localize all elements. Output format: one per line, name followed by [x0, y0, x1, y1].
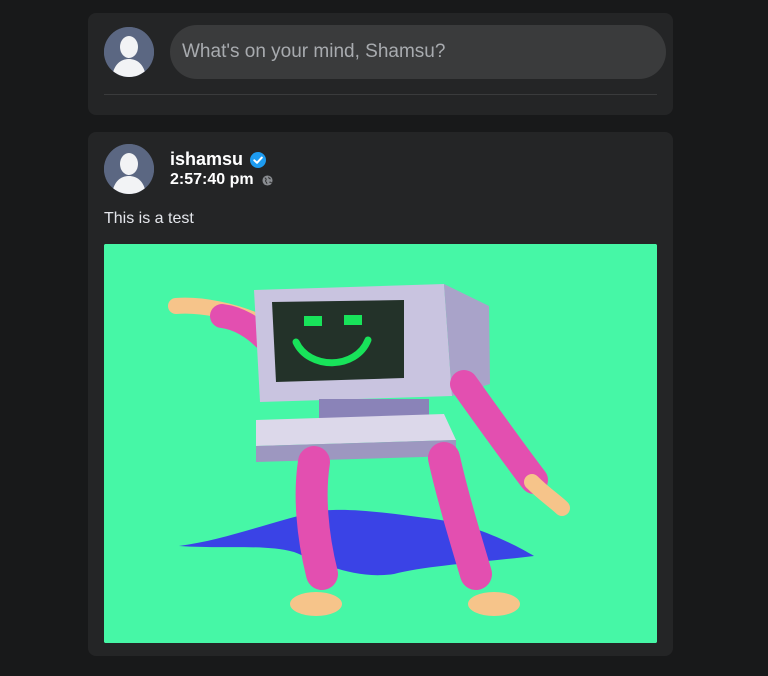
- default-avatar-icon: [104, 27, 154, 77]
- author-avatar[interactable]: [104, 144, 154, 194]
- whats-on-your-mind-input[interactable]: [170, 25, 666, 79]
- author-name[interactable]: ishamsu: [170, 149, 243, 170]
- user-avatar[interactable]: [104, 27, 154, 77]
- verified-badge-icon: [250, 151, 267, 168]
- globe-icon: [262, 174, 273, 186]
- post-card: ishamsu 2:57:40 pm This is a test: [88, 132, 673, 656]
- post-text: This is a test: [104, 210, 194, 227]
- robot-computer-illustration: [104, 244, 657, 643]
- author-row: ishamsu: [170, 149, 267, 170]
- default-avatar-icon: [104, 144, 154, 194]
- post-image[interactable]: [104, 244, 657, 643]
- post-composer: [88, 13, 673, 115]
- composer-divider: [104, 94, 657, 95]
- post-meta: 2:57:40 pm: [170, 171, 273, 189]
- post-timestamp[interactable]: 2:57:40 pm: [170, 171, 254, 189]
